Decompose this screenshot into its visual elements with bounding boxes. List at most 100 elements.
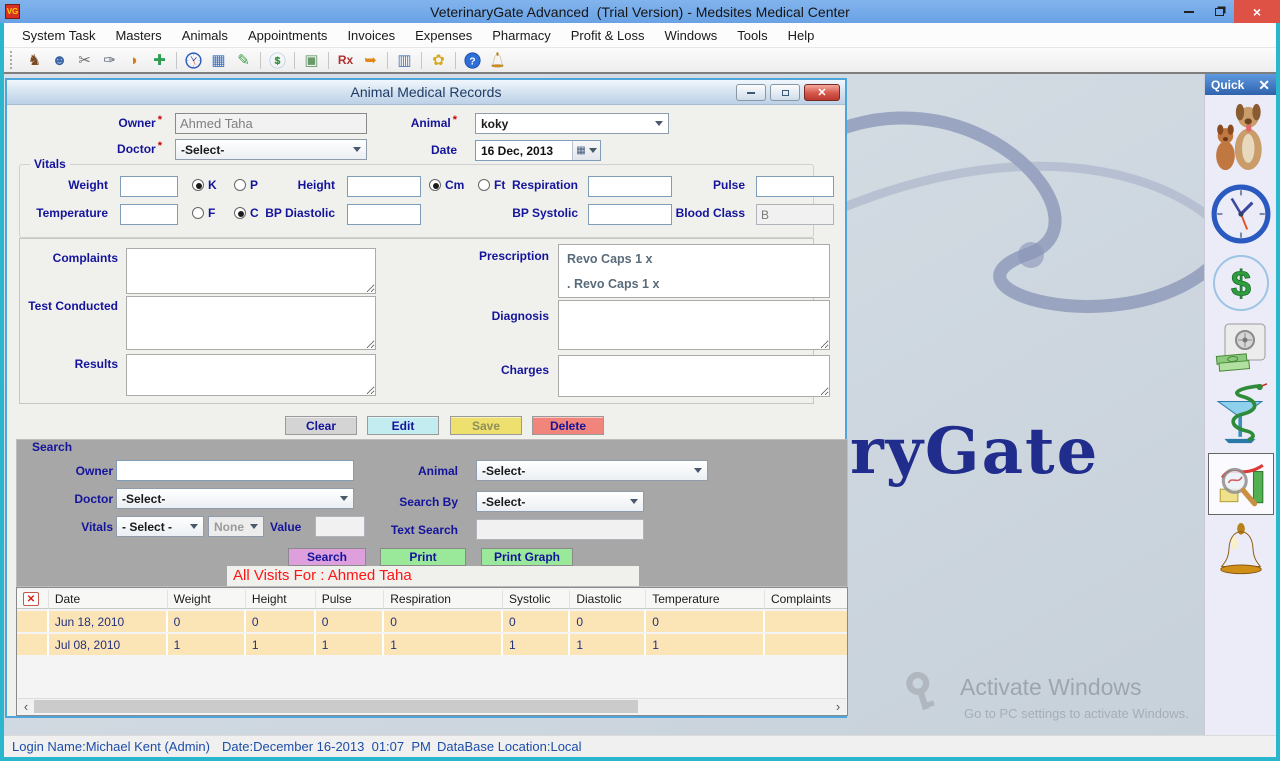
table-horizontal-scrollbar[interactable]: ‹ › bbox=[18, 698, 846, 713]
dialog-close-button[interactable]: ✕ bbox=[804, 84, 840, 101]
results-textarea[interactable] bbox=[126, 354, 376, 396]
menu-item-tools[interactable]: Tools bbox=[727, 23, 777, 48]
dialog-restore-button[interactable] bbox=[770, 84, 800, 101]
quick-panel-close-icon[interactable]: ✕ bbox=[1258, 78, 1270, 92]
weight-unit-k-radio[interactable]: K bbox=[192, 178, 217, 192]
search-vitals-unit-select[interactable]: None bbox=[208, 516, 264, 537]
search-vitals-select[interactable]: - Select - bbox=[116, 516, 204, 537]
owners-icon[interactable]: ☻ bbox=[48, 50, 71, 71]
menu-item-invoices[interactable]: Invoices bbox=[337, 23, 405, 48]
prescriptions-icon[interactable]: Rx bbox=[334, 50, 357, 71]
blood-class-input[interactable] bbox=[756, 204, 834, 225]
prescription-box[interactable]: Revo Caps 1 x . Revo Caps 1 x bbox=[558, 244, 830, 298]
temp-unit-f-radio[interactable]: F bbox=[192, 206, 215, 220]
reminders-icon[interactable]: ✿ bbox=[427, 50, 450, 71]
height-unit-cm-radio[interactable]: Cm bbox=[429, 178, 464, 192]
doctor-icon[interactable]: ✚ bbox=[148, 50, 171, 71]
column-header-systolic[interactable]: Systolic bbox=[503, 590, 570, 609]
clock-icon[interactable] bbox=[1208, 181, 1274, 247]
alerts-bell-icon[interactable] bbox=[1208, 519, 1274, 583]
menu-item-appointments[interactable]: Appointments bbox=[238, 23, 338, 48]
animal-select[interactable]: koky bbox=[475, 113, 669, 134]
cashbox-icon[interactable] bbox=[1208, 319, 1274, 375]
dialog-titlebar[interactable]: Animal Medical Records ✕ bbox=[7, 80, 845, 105]
delete-button[interactable]: Delete bbox=[532, 416, 604, 435]
row-delete-cell[interactable] bbox=[17, 634, 49, 655]
column-header-date[interactable]: Date bbox=[49, 590, 168, 609]
billing-icon[interactable] bbox=[1208, 251, 1274, 315]
doctor-select[interactable]: -Select- bbox=[175, 139, 367, 160]
window-close-button[interactable]: × bbox=[1234, 0, 1280, 23]
test-conducted-textarea[interactable] bbox=[126, 296, 376, 350]
search-owner-input[interactable] bbox=[116, 460, 354, 481]
column-header-complaints[interactable]: Complaints bbox=[765, 590, 848, 609]
pets-icon[interactable] bbox=[1208, 99, 1274, 177]
table-row[interactable]: Jun 18, 20100000000 bbox=[17, 611, 848, 632]
scroll-right-arrow-icon[interactable]: › bbox=[830, 699, 846, 714]
temperature-input[interactable] bbox=[120, 204, 178, 225]
appointments-icon[interactable] bbox=[182, 50, 205, 71]
bp-diastolic-input[interactable] bbox=[347, 204, 421, 225]
save-button[interactable]: Save bbox=[450, 416, 522, 435]
row-delete-cell[interactable] bbox=[17, 611, 49, 632]
print-button[interactable]: Print bbox=[380, 548, 466, 566]
respiration-input[interactable] bbox=[588, 176, 672, 197]
invoices-icon[interactable]: ▦ bbox=[207, 50, 230, 71]
column-header-pulse[interactable]: Pulse bbox=[316, 590, 385, 609]
charges-textarea[interactable] bbox=[558, 355, 830, 397]
date-picker[interactable]: 16 Dec, 2013 ▦ bbox=[475, 140, 601, 161]
edit-button[interactable]: Edit bbox=[367, 416, 439, 435]
clear-button[interactable]: Clear bbox=[285, 416, 357, 435]
lab-icon[interactable]: ✑ bbox=[98, 50, 121, 71]
payments-icon[interactable] bbox=[266, 50, 289, 71]
menu-item-windows[interactable]: Windows bbox=[654, 23, 727, 48]
menu-item-animals[interactable]: Animals bbox=[172, 23, 238, 48]
diagnosis-textarea[interactable] bbox=[558, 300, 830, 350]
owner-input[interactable] bbox=[175, 113, 367, 134]
inventory-icon[interactable]: ▣ bbox=[300, 50, 323, 71]
refunds-icon[interactable]: ➥ bbox=[359, 50, 382, 71]
height-input[interactable] bbox=[347, 176, 421, 197]
complaints-textarea[interactable] bbox=[126, 248, 376, 294]
window-restore-button[interactable] bbox=[1204, 0, 1234, 23]
reports-graph-icon[interactable] bbox=[1208, 453, 1274, 515]
text-search-input[interactable] bbox=[476, 519, 644, 540]
search-doctor-select[interactable]: -Select- bbox=[116, 488, 354, 509]
alerts-icon[interactable] bbox=[486, 50, 509, 71]
column-header-weight[interactable]: Weight bbox=[168, 590, 246, 609]
diagnosis-label: Diagnosis bbox=[449, 309, 549, 323]
menu-item-system-task[interactable]: System Task bbox=[12, 23, 105, 48]
dialog-minimize-button[interactable] bbox=[736, 84, 766, 101]
menu-item-masters[interactable]: Masters bbox=[105, 23, 171, 48]
visits-table-body: Jun 18, 20100000000Jul 08, 20101111111 bbox=[17, 611, 848, 655]
help-icon[interactable] bbox=[461, 50, 484, 71]
toolbar-grip[interactable] bbox=[10, 51, 15, 69]
weight-input[interactable] bbox=[120, 176, 178, 197]
menu-item-help[interactable]: Help bbox=[778, 23, 825, 48]
reports-icon[interactable]: ▥ bbox=[393, 50, 416, 71]
delete-column-header[interactable]: ✕ bbox=[17, 590, 49, 609]
print-graph-button[interactable]: Print Graph bbox=[481, 548, 573, 566]
table-row[interactable]: Jul 08, 20101111111 bbox=[17, 634, 848, 655]
expenses-icon[interactable]: ✎ bbox=[232, 50, 255, 71]
pulse-input[interactable] bbox=[756, 176, 834, 197]
search-value-input[interactable] bbox=[315, 516, 365, 537]
scrollbar-thumb[interactable] bbox=[34, 700, 638, 713]
animals-icon[interactable]: ♞ bbox=[23, 50, 46, 71]
column-header-diastolic[interactable]: Diastolic bbox=[570, 590, 646, 609]
search-animal-select[interactable]: -Select- bbox=[476, 460, 708, 481]
scroll-left-arrow-icon[interactable]: ‹ bbox=[18, 699, 34, 714]
menu-item-expenses[interactable]: Expenses bbox=[405, 23, 482, 48]
medication-icon[interactable]: ◗ bbox=[123, 50, 146, 71]
window-minimize-button[interactable] bbox=[1174, 0, 1204, 23]
menu-item-pharmacy[interactable]: Pharmacy bbox=[482, 23, 561, 48]
pharmacy-icon[interactable] bbox=[1208, 379, 1274, 449]
search-button[interactable]: Search bbox=[288, 548, 366, 566]
column-header-height[interactable]: Height bbox=[246, 590, 316, 609]
menu-item-profit-loss[interactable]: Profit & Loss bbox=[561, 23, 655, 48]
column-header-temperature[interactable]: Temperature bbox=[646, 590, 765, 609]
column-header-respiration[interactable]: Respiration bbox=[384, 590, 503, 609]
grooming-icon[interactable]: ✂ bbox=[73, 50, 96, 71]
search-by-select[interactable]: -Select- bbox=[476, 491, 644, 512]
calendar-button[interactable]: ▦ bbox=[572, 141, 600, 160]
